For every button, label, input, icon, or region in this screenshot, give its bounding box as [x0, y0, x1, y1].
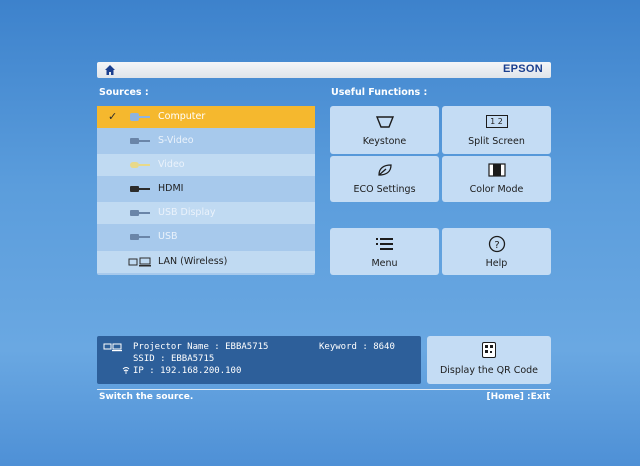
title-bar: EPSON [97, 62, 551, 78]
video-connector-icon [130, 162, 150, 168]
svideo-connector-icon [130, 138, 150, 144]
status-hint: Switch the source. [99, 392, 194, 402]
source-label: Computer [158, 111, 206, 122]
source-label: HDMI [158, 183, 184, 194]
help-button[interactable]: ? Help [442, 228, 551, 275]
keyword-label: Keyword : [319, 342, 368, 352]
help-icon: ? [488, 235, 505, 253]
split-screen-icon: 1 2 [485, 115, 508, 128]
source-item-video[interactable]: Video [97, 154, 315, 176]
keyword-value: 8640 [373, 342, 395, 352]
keystone-icon [375, 116, 394, 128]
qr-code-label: Display the QR Code [439, 365, 539, 376]
vga-connector-icon [130, 113, 150, 121]
source-item-lan[interactable]: LAN (Wireless) [97, 251, 315, 273]
color-mode-button[interactable]: Color Mode [442, 156, 551, 202]
ssid-value: EBBA5715 [170, 354, 215, 364]
sources-list: ✓ Computer S-Video Video HDMI USB Displa… [97, 106, 315, 275]
hdmi-connector-icon [130, 186, 150, 192]
source-item-usb[interactable]: USB [97, 226, 315, 248]
color-mode-icon [487, 163, 506, 177]
menu-icon [375, 238, 393, 250]
exit-hint: [Home] :Exit [486, 392, 551, 402]
split-screen-icon-text: 1 2 [490, 117, 503, 126]
projector-name-value: EBBA5715 [225, 342, 269, 352]
source-item-usb-display[interactable]: USB Display [97, 202, 315, 224]
source-label: Video [158, 159, 185, 170]
sources-heading: Sources : [99, 87, 149, 98]
source-label: S-Video [158, 135, 194, 146]
help-label: Help [485, 258, 508, 269]
lan-icon [128, 257, 151, 267]
usb-connector-icon [130, 234, 150, 240]
source-item-hdmi[interactable]: HDMI [97, 178, 315, 200]
checkmark-icon: ✓ [108, 110, 118, 123]
source-label: USB Display [158, 207, 216, 218]
network-icon [103, 343, 122, 352]
ssid-label: SSID : [133, 354, 166, 364]
keystone-label: Keystone [362, 136, 407, 147]
keystone-button[interactable]: Keystone [330, 106, 439, 154]
split-screen-button[interactable]: 1 2 Split Screen [442, 106, 551, 154]
useful-functions-heading: Useful Functions : [331, 87, 428, 98]
source-item-computer[interactable]: ✓ Computer [97, 106, 315, 128]
source-label: USB [158, 231, 178, 242]
eco-settings-label: ECO Settings [353, 184, 416, 195]
home-icon[interactable] [104, 64, 116, 76]
split-screen-label: Split Screen [468, 136, 525, 147]
source-label: LAN (Wireless) [158, 256, 228, 267]
ip-label: IP : [133, 366, 155, 376]
qr-code-icon [482, 342, 496, 358]
signal-icon [122, 367, 130, 374]
menu-label: Menu [371, 258, 398, 269]
leaf-icon [377, 164, 392, 176]
eco-settings-button[interactable]: ECO Settings [330, 156, 439, 202]
status-divider [97, 389, 551, 390]
svg-text:?: ? [494, 240, 499, 251]
color-mode-label: Color Mode [469, 184, 524, 195]
projector-name-label: Projector Name : [133, 342, 220, 352]
source-item-svideo[interactable]: S-Video [97, 130, 315, 152]
brand-logo: EPSON [502, 63, 543, 75]
network-info-panel: Projector Name : EBBA5715 Keyword : 8640… [97, 336, 421, 384]
usb-display-connector-icon [130, 210, 150, 216]
menu-button[interactable]: Menu [330, 228, 439, 275]
ip-value: 192.168.200.100 [160, 366, 242, 376]
display-qr-code-button[interactable]: Display the QR Code [427, 336, 551, 384]
